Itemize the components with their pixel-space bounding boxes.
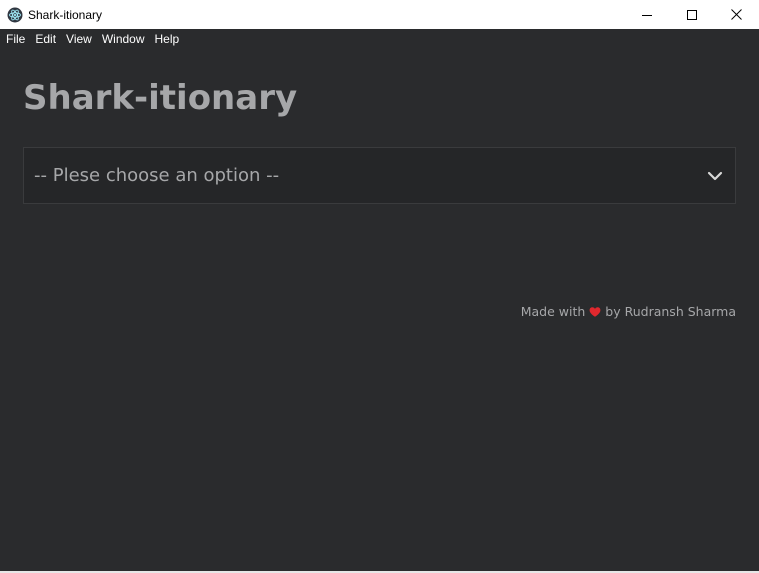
credits-footer: Made with by Rudransh Sharma [521, 304, 736, 319]
close-icon [731, 5, 742, 24]
footer-prefix: Made with [520, 304, 586, 319]
maximize-button[interactable] [669, 0, 714, 29]
menu-help[interactable]: Help [150, 29, 185, 49]
select-selected-value: -- Plese choose an option -- [34, 165, 280, 186]
maximize-icon [686, 5, 697, 24]
option-select[interactable]: -- Plese choose an option -- [23, 147, 736, 204]
heart-icon [589, 306, 601, 318]
close-button[interactable] [714, 0, 759, 29]
menu-bar: File Edit View Window Help [0, 29, 759, 49]
minimize-icon [641, 5, 652, 24]
minimize-button[interactable] [624, 0, 669, 29]
menu-file[interactable]: File [1, 29, 30, 49]
chevron-down-icon [707, 168, 723, 184]
menu-edit[interactable]: Edit [30, 29, 61, 49]
footer-suffix: by Rudransh Sharma [605, 304, 736, 319]
menu-view[interactable]: View [61, 29, 97, 49]
window-titlebar[interactable]: Shark-itionary [0, 0, 759, 29]
window-title: Shark-itionary [28, 7, 103, 22]
menu-window[interactable]: Window [97, 29, 150, 49]
page-title: Shark-itionary [23, 78, 298, 118]
electron-atom-icon [7, 7, 23, 23]
window-controls [624, 0, 759, 29]
